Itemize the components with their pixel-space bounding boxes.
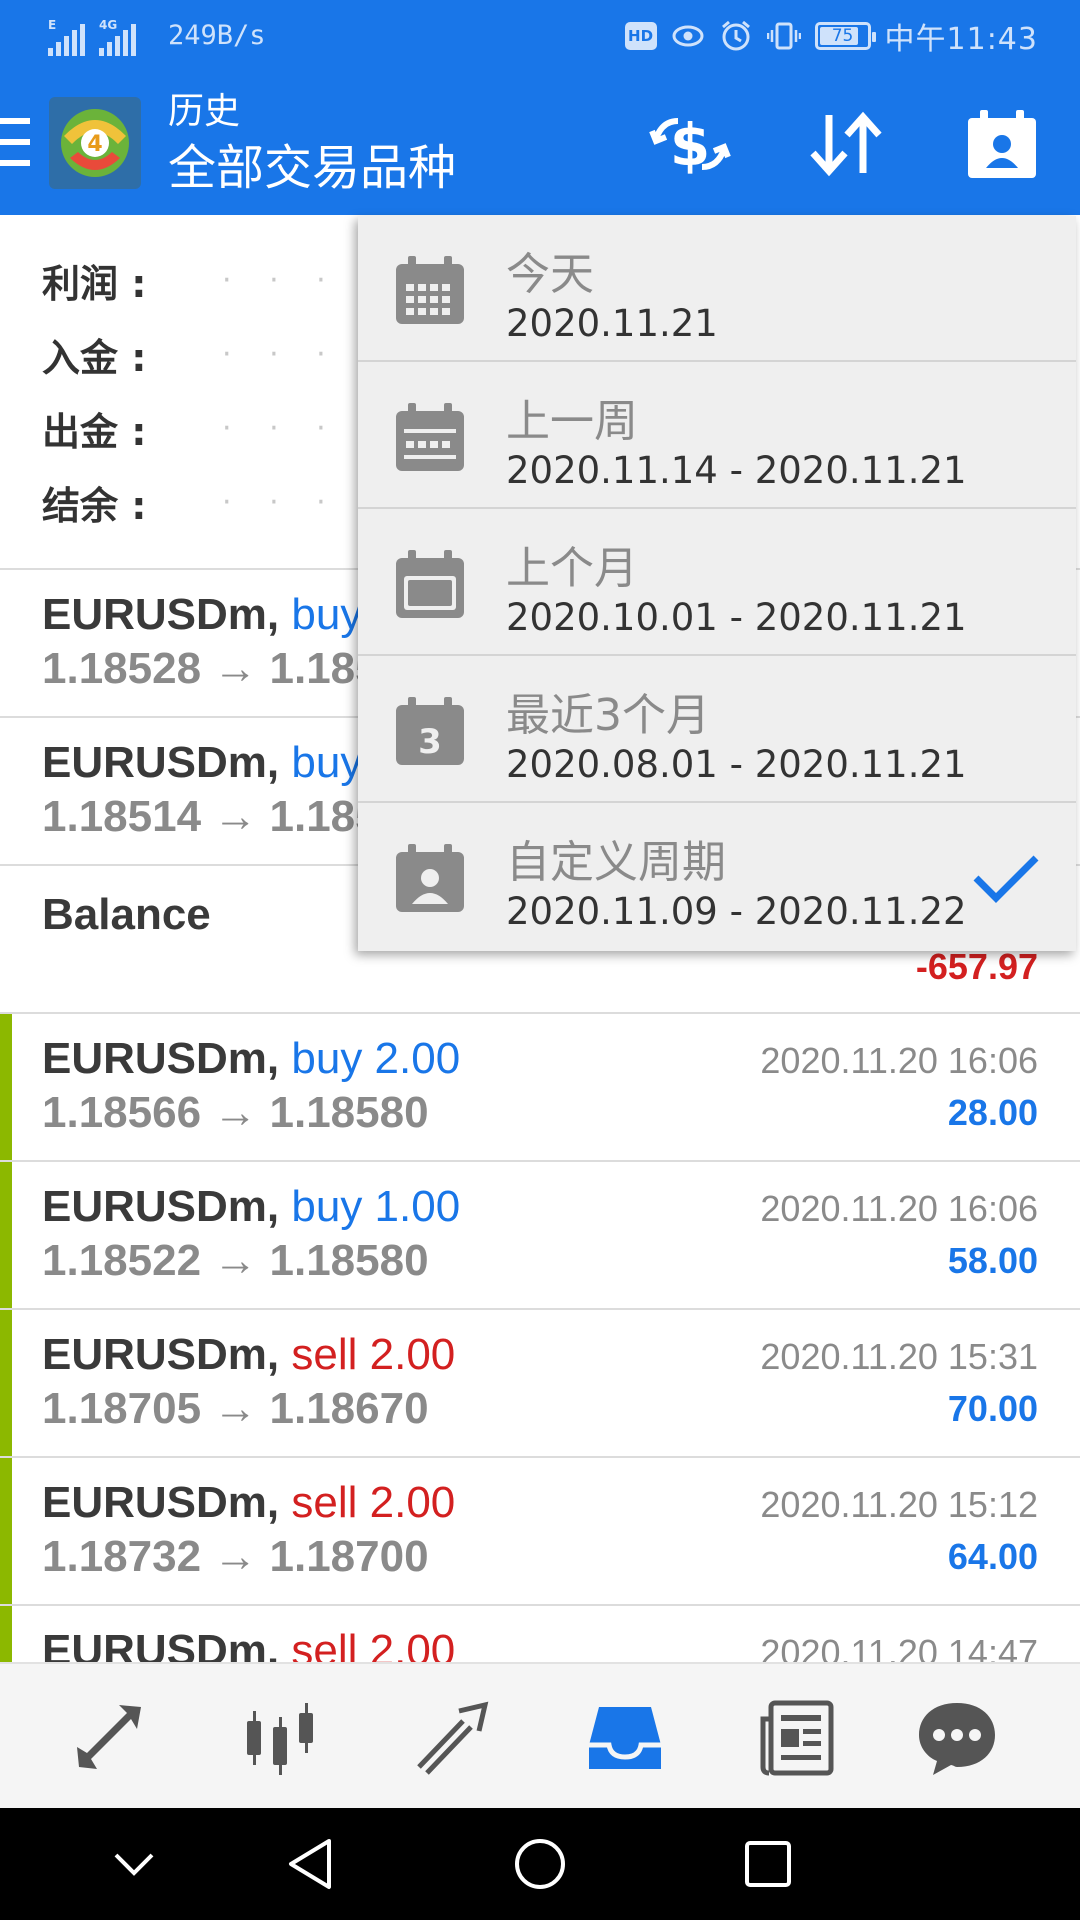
period-dropdown-menu: 今天 2020.11.21 上一周 2020.11.14 - 2020.11.2… — [358, 216, 1076, 951]
chat-icon[interactable] — [912, 1692, 1002, 1782]
signal-4g-icon: 4G — [99, 18, 136, 56]
table-row[interactable]: EURUSDm, buy 2.00 1.18566 → 1.18580 2020… — [0, 1014, 1080, 1160]
recents-icon[interactable] — [736, 1832, 800, 1896]
home-icon[interactable] — [508, 1832, 572, 1896]
app-toolbar: 4 历史 全部交易品种 $ — [0, 72, 1080, 215]
network-speed: 249B/s — [168, 20, 266, 51]
page-title: 历史 — [168, 91, 241, 132]
bottom-navigation — [0, 1662, 1080, 1808]
quotes-icon[interactable] — [64, 1692, 154, 1782]
status-bar: E 4G 249B/s HD 75 中午11:43 — [0, 0, 1080, 72]
checkmark-icon — [973, 855, 1039, 903]
hd-badge: HD — [624, 22, 657, 50]
clock: 中午11:43 — [884, 22, 1038, 57]
vibrate-icon — [766, 22, 801, 50]
history-icon[interactable] — [580, 1692, 670, 1782]
battery-icon: 75 — [814, 22, 876, 50]
table-row[interactable]: EURUSDm, sell 2.00 1.18705 → 1.18670 202… — [0, 1310, 1080, 1456]
signal-strength-icon: E — [48, 18, 85, 56]
period-option-last-month[interactable]: 上个月 2020.10.01 - 2020.11.21 — [358, 510, 1076, 656]
period-option-last-week[interactable]: 上一周 2020.11.14 - 2020.11.21 — [358, 363, 1076, 509]
period-option-today[interactable]: 今天 2020.11.21 — [358, 216, 1076, 362]
sort-icon[interactable] — [802, 102, 890, 186]
currency-swap-icon[interactable]: $ — [646, 102, 734, 186]
system-navigation-bar — [0, 1808, 1080, 1920]
symbol-filter-title[interactable]: 全部交易品种 — [168, 136, 456, 200]
period-option-last-3-months[interactable]: 3 最近3个月 2020.08.01 - 2020.11.21 — [358, 657, 1076, 803]
calendar-period-icon[interactable] — [958, 102, 1046, 186]
chevron-down-icon[interactable] — [102, 1832, 166, 1896]
chart-icon[interactable] — [236, 1692, 326, 1782]
table-row[interactable]: EURUSDm, sell 2.00 2020.11.20 14:47 — [0, 1606, 1080, 1662]
svg-text:3: 3 — [418, 722, 442, 762]
period-option-custom[interactable]: 自定义周期 2020.11.09 - 2020.11.22 — [358, 804, 1076, 950]
back-icon[interactable] — [278, 1832, 342, 1896]
trade-icon[interactable] — [408, 1692, 498, 1782]
mt4-app-icon: 4 — [49, 97, 141, 189]
alarm-icon — [721, 20, 750, 51]
calendar-3-months-icon: 3 — [396, 697, 464, 765]
calendar-week-icon — [396, 403, 464, 471]
eye-icon — [672, 25, 704, 47]
table-row[interactable]: EURUSDm, buy 1.00 1.18522 → 1.18580 2020… — [0, 1162, 1080, 1308]
calendar-custom-icon — [396, 844, 464, 912]
calendar-month-icon — [396, 550, 464, 618]
news-icon[interactable] — [752, 1692, 842, 1782]
calendar-day-icon — [396, 256, 464, 324]
svg-text:4: 4 — [87, 132, 102, 157]
balance-value: -657.97 — [915, 946, 1038, 987]
menu-icon[interactable] — [0, 118, 30, 166]
table-row[interactable]: EURUSDm, sell 2.00 1.18732 → 1.18700 202… — [0, 1458, 1080, 1604]
